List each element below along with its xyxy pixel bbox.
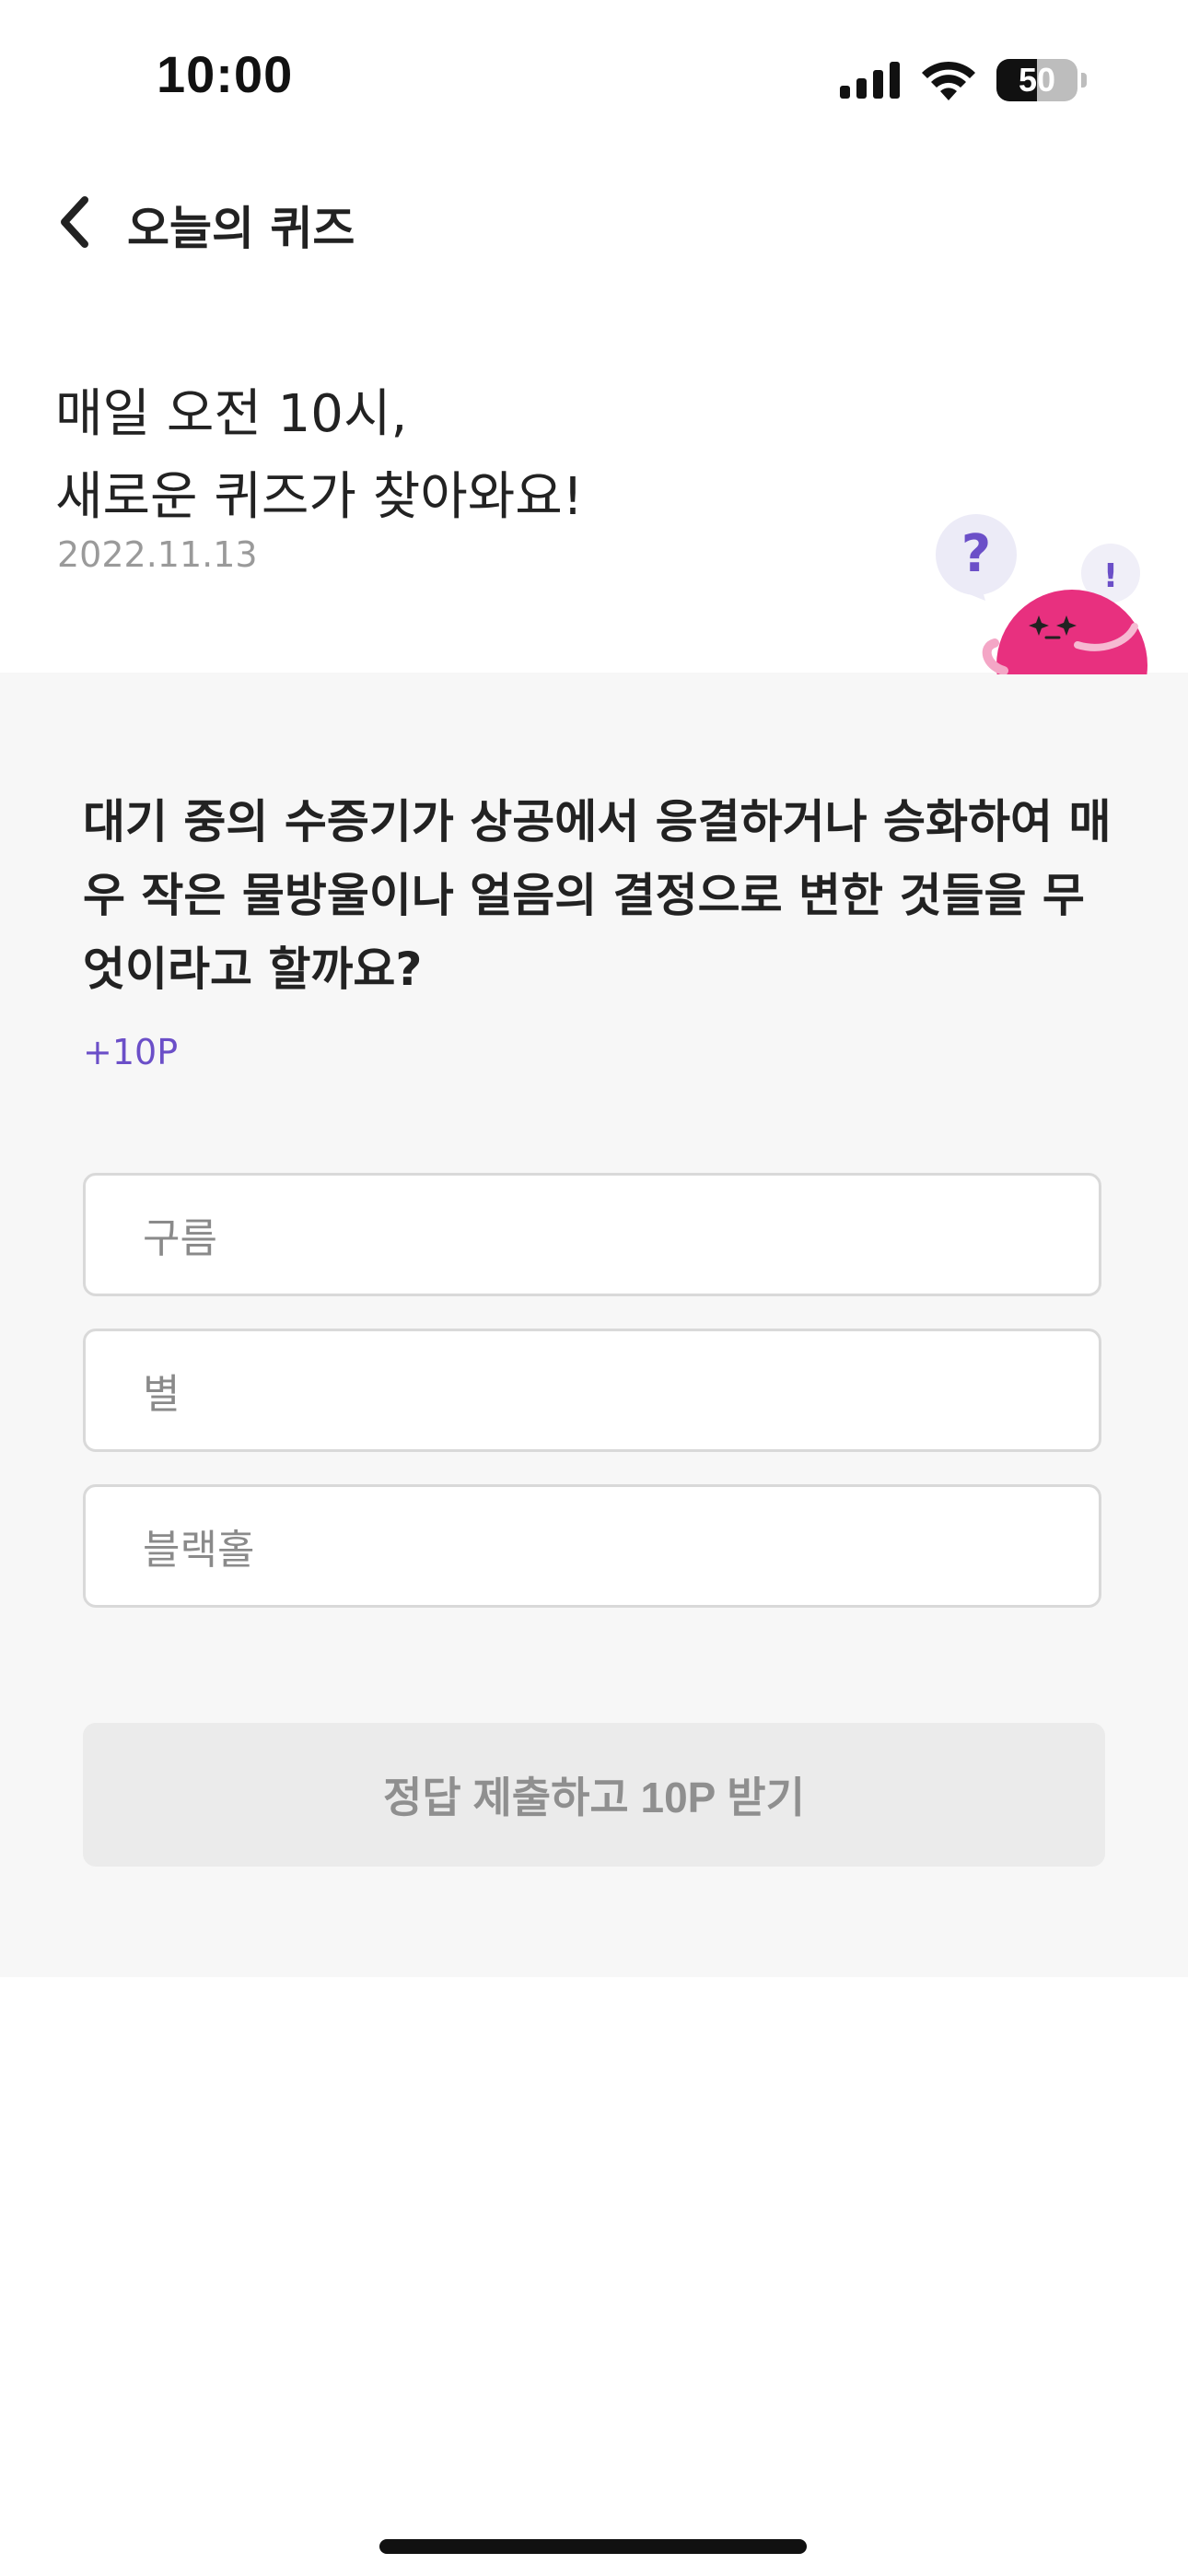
battery-cap	[1081, 73, 1087, 88]
quiz-question: 대기 중의 수증기가 상공에서 응결하거나 승화하여 매우 작은 물방울이나 얼…	[83, 795, 1112, 996]
wifi-icon	[922, 61, 975, 100]
intro-headline-line2: 새로운 퀴즈가 찾아와요!	[55, 467, 584, 527]
answer-option[interactable]: 블랙홀	[83, 1484, 1101, 1608]
battery-indicator: 50	[996, 59, 1087, 101]
cellular-signal-icon	[840, 62, 900, 99]
back-button[interactable]	[48, 190, 103, 254]
home-indicator[interactable]	[379, 2539, 807, 2554]
points-reward: +10P	[83, 1032, 179, 1072]
chevron-left-icon	[61, 196, 88, 248]
mascot-question-mark: ?	[961, 524, 991, 584]
mascot-illustration: ? !	[930, 509, 1188, 674]
status-time: 10:00	[157, 45, 294, 103]
answer-option[interactable]: 별	[83, 1329, 1101, 1452]
answer-option[interactable]: 구름	[83, 1173, 1101, 1296]
mascot-exclamation-mark: !	[1103, 557, 1118, 595]
mascot-icon: ? !	[936, 514, 1147, 674]
quiz-date: 2022.11.13	[57, 534, 258, 575]
submit-answer-button[interactable]: 정답 제출하고 10P 받기	[83, 1723, 1105, 1867]
battery-level: 50	[1018, 61, 1056, 99]
intro-headline-line1: 매일 오전 10시,	[55, 384, 408, 444]
page-title: 오늘의 퀴즈	[127, 202, 355, 255]
status-icons: 50	[840, 57, 1087, 103]
